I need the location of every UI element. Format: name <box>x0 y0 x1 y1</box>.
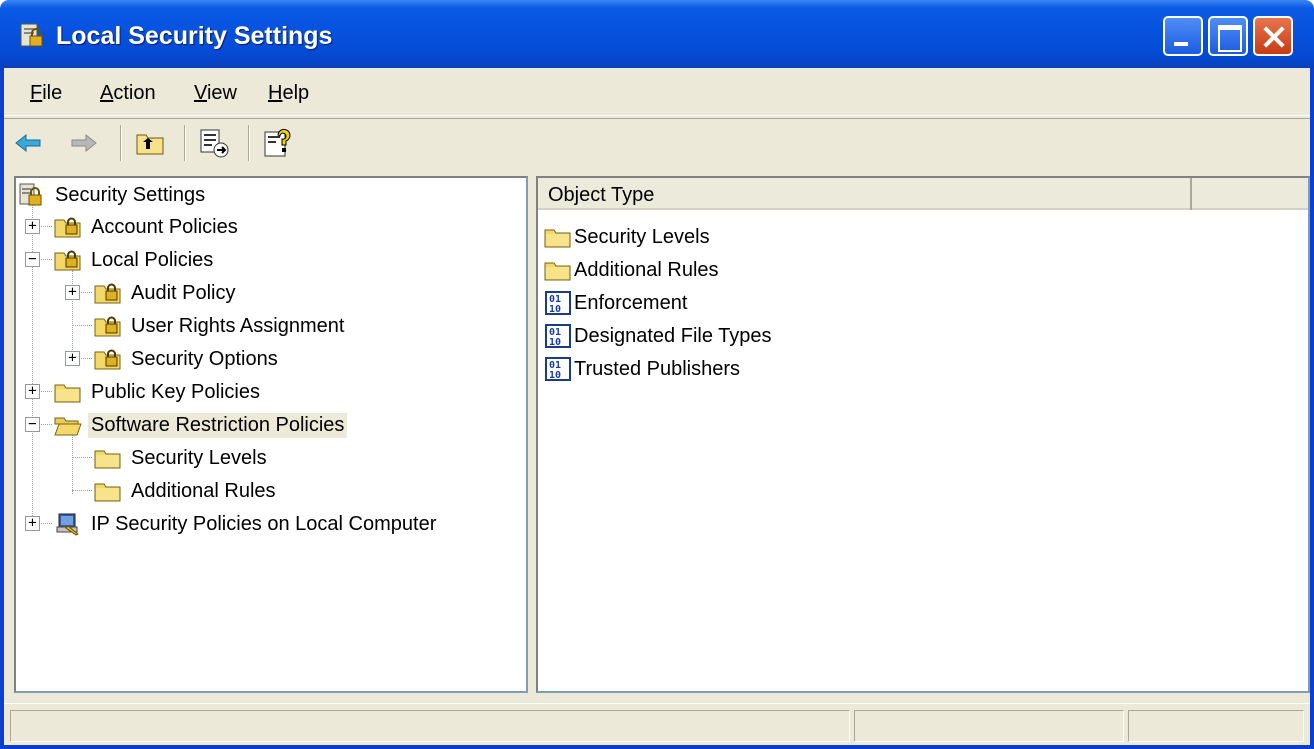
tree-item-label: Software Restriction Policies <box>88 412 348 438</box>
tree-item-label: User Rights Assignment <box>131 314 345 337</box>
open-folder-icon <box>54 417 82 436</box>
tree-item-label: Local Policies <box>91 248 214 271</box>
tree-line <box>72 434 73 494</box>
tree-item-account-policies[interactable]: Account Policies <box>54 212 241 242</box>
list-item-designated-file-types[interactable]: 01 10 Designated File Types <box>544 321 772 351</box>
window-title: Local Security Settings <box>56 22 333 50</box>
locked-folder-icon <box>54 217 81 238</box>
toolbar-separator <box>120 125 122 161</box>
collapse-button[interactable]: − <box>25 252 40 267</box>
status-panel-main <box>10 710 850 742</box>
tree-item-label: Security Options <box>131 347 278 370</box>
list-item-additional-rules[interactable]: Additional Rules <box>544 255 719 285</box>
tree-item-label: Security Levels <box>131 446 267 469</box>
ip-security-icon <box>56 513 79 536</box>
tree-pane[interactable]: + − + + + − + Security Settings Account … <box>14 176 528 693</box>
status-bar <box>4 703 1310 745</box>
list-item-label: Designated File Types <box>574 324 772 347</box>
folder-icon <box>94 483 121 502</box>
help-icon[interactable] <box>262 127 294 159</box>
toolbar <box>4 118 1310 168</box>
status-panel-2 <box>854 710 1124 742</box>
list-item-label: Additional Rules <box>574 258 719 281</box>
locked-folder-icon <box>94 316 121 337</box>
tree-item-label: Security Settings <box>55 183 206 206</box>
app-window: Local Security Settings File Action View… <box>0 0 1314 749</box>
export-list-icon[interactable] <box>198 127 230 159</box>
menu-help[interactable]: Help <box>268 82 309 105</box>
tree-item-security-settings[interactable]: Security Settings <box>18 180 208 210</box>
up-folder-icon[interactable] <box>134 127 166 159</box>
menu-action[interactable]: Action <box>100 82 156 105</box>
column-header-object-type[interactable]: Object Type <box>538 178 1192 210</box>
collapse-button[interactable]: − <box>25 417 40 432</box>
expand-button[interactable]: + <box>25 516 40 531</box>
tree-line <box>72 490 92 491</box>
tree-item-label: Public Key Policies <box>91 380 260 403</box>
list-item-label: Enforcement <box>574 291 688 314</box>
folder-icon <box>544 229 571 248</box>
binary-policy-icon: 01 10 <box>545 357 571 381</box>
tree-item-label: Audit Policy <box>131 281 236 304</box>
folder-icon <box>94 450 121 469</box>
maximize-button[interactable] <box>1208 16 1248 56</box>
back-arrow-icon[interactable] <box>12 127 44 159</box>
menu-file[interactable]: File <box>30 82 62 105</box>
expand-button[interactable]: + <box>25 384 40 399</box>
list-item-enforcement[interactable]: 01 10 Enforcement <box>544 288 687 318</box>
tree-item-security-options[interactable]: Security Options <box>94 344 281 374</box>
list-item-label: Trusted Publishers <box>574 357 740 380</box>
folder-icon <box>54 384 81 403</box>
forward-arrow-icon[interactable] <box>68 127 100 159</box>
security-settings-icon <box>20 23 43 47</box>
tree-item-security-levels[interactable]: Security Levels <box>94 443 270 473</box>
tree-item-additional-rules[interactable]: Additional Rules <box>94 476 279 506</box>
status-panel-3 <box>1128 710 1304 742</box>
expand-button[interactable]: + <box>25 219 40 234</box>
locked-folder-icon <box>54 250 81 271</box>
expand-button[interactable]: + <box>65 351 80 366</box>
svg-text:10: 10 <box>549 337 561 348</box>
toolbar-separator <box>184 125 186 161</box>
tree-item-user-rights-assignment[interactable]: User Rights Assignment <box>94 311 347 341</box>
svg-text:10: 10 <box>549 370 561 381</box>
folder-icon <box>544 262 571 281</box>
binary-policy-icon: 01 10 <box>545 291 571 315</box>
column-header-row: Object Type <box>538 178 1308 210</box>
tree-item-public-key-policies[interactable]: Public Key Policies <box>54 377 263 407</box>
menu-bar: File Action View Help <box>4 68 1310 116</box>
client-area: File Action View Help + − + + + − + Secu… <box>4 68 1310 745</box>
locked-folder-icon <box>94 283 121 304</box>
tree-item-ip-security-policies[interactable]: IP Security Policies on Local Computer <box>54 509 439 539</box>
minimize-button[interactable] <box>1163 16 1203 56</box>
tree-item-label: Account Policies <box>91 215 238 238</box>
expand-button[interactable]: + <box>65 285 80 300</box>
tree-line <box>72 457 92 458</box>
tree-item-label: IP Security Policies on Local Computer <box>91 512 437 535</box>
binary-policy-icon: 01 10 <box>545 324 571 348</box>
toolbar-separator <box>248 125 250 161</box>
list-item-trusted-publishers[interactable]: 01 10 Trusted Publishers <box>544 354 740 384</box>
tree-item-local-policies[interactable]: Local Policies <box>54 245 216 275</box>
locked-folder-icon <box>94 349 121 370</box>
list-item-security-levels[interactable]: Security Levels <box>544 222 710 252</box>
tree-item-software-restriction-policies[interactable]: Software Restriction Policies <box>54 410 348 440</box>
title-bar[interactable]: Local Security Settings <box>0 0 1314 68</box>
tree-item-audit-policy[interactable]: Audit Policy <box>94 278 239 308</box>
tree-item-label: Additional Rules <box>131 479 276 502</box>
list-pane[interactable]: Object Type Security Levels Additional R… <box>536 176 1310 693</box>
svg-text:10: 10 <box>549 304 561 315</box>
close-button[interactable] <box>1253 16 1293 56</box>
list-item-label: Security Levels <box>574 225 710 248</box>
tree-line <box>72 325 92 326</box>
security-settings-icon <box>19 183 42 206</box>
menu-view[interactable]: View <box>194 82 237 105</box>
